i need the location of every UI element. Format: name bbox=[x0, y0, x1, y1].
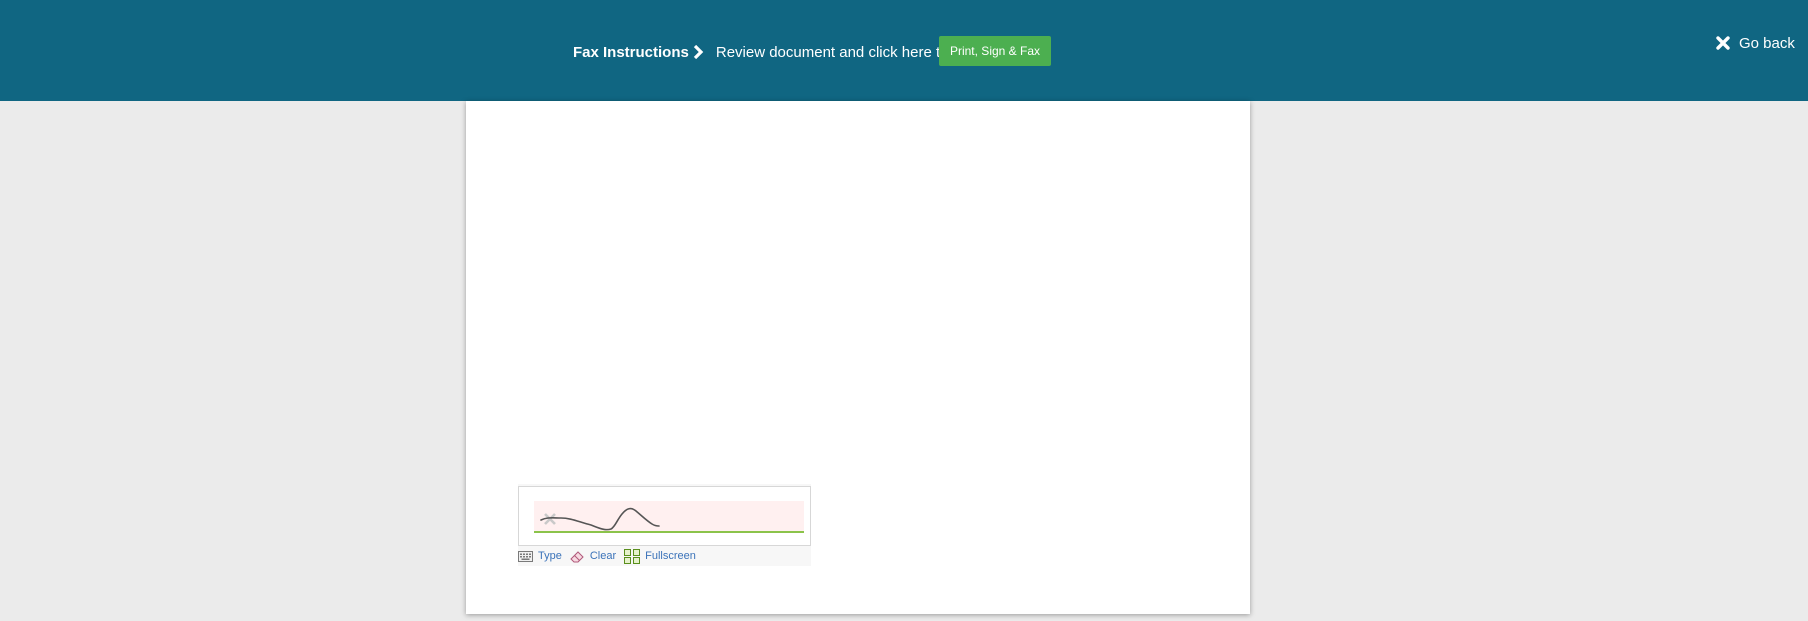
fax-instructions-text: Review document and click here to bbox=[715, 43, 949, 61]
clear-signature-button[interactable]: Clear bbox=[570, 550, 616, 563]
type-label: Type bbox=[538, 550, 562, 562]
signature-stroke bbox=[540, 507, 660, 531]
chevron-right-icon bbox=[693, 45, 704, 59]
close-icon bbox=[1716, 36, 1730, 50]
top-bar: Fax Instructions Review document and cli… bbox=[0, 0, 1808, 101]
keyboard-icon bbox=[518, 550, 533, 562]
print-sign-fax-button[interactable]: Print, Sign & Fax bbox=[939, 36, 1051, 66]
fax-instructions: Fax Instructions Review document and cli… bbox=[573, 38, 948, 66]
fullscreen-icon bbox=[624, 548, 641, 564]
go-back-label: Go back bbox=[1739, 34, 1795, 52]
type-signature-button[interactable]: Type bbox=[518, 550, 562, 562]
fullscreen-label: Fullscreen bbox=[645, 550, 696, 562]
fax-instructions-title: Fax Instructions bbox=[573, 43, 689, 61]
go-back-button[interactable]: Go back bbox=[1716, 32, 1795, 54]
fullscreen-button[interactable]: Fullscreen bbox=[624, 548, 696, 564]
document-page: Type Clear Fullscreen bbox=[466, 101, 1250, 614]
eraser-icon bbox=[570, 550, 584, 562]
clear-label: Clear bbox=[589, 550, 617, 562]
signature-widget: Type Clear Fullscreen bbox=[518, 484, 811, 566]
signature-pad[interactable] bbox=[518, 486, 811, 546]
signature-tools: Type Clear Fullscreen bbox=[518, 548, 704, 564]
